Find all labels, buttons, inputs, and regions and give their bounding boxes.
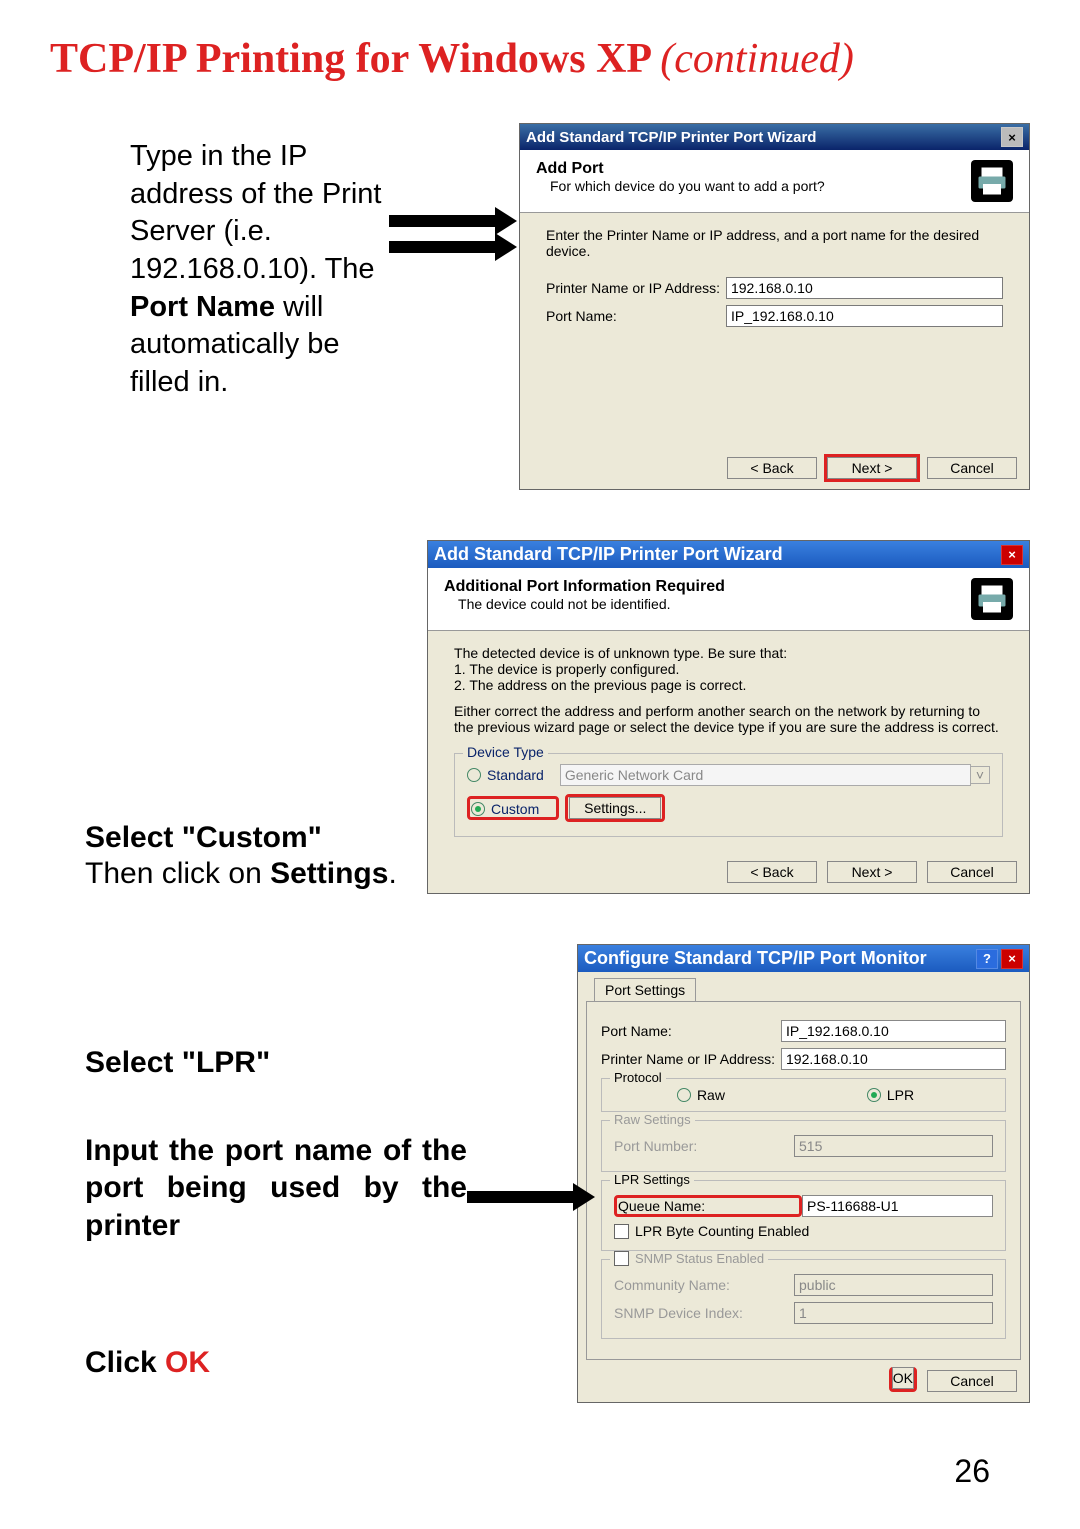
close-icon[interactable]: × [1001, 127, 1023, 147]
standard-select[interactable]: Generic Network Card [560, 764, 971, 786]
dialog-title: Add Standard TCP/IP Printer Port Wizard [526, 129, 816, 146]
page-number: 26 [50, 1453, 1030, 1490]
close-icon[interactable]: × [1001, 545, 1023, 565]
radio-raw[interactable]: Raw [677, 1087, 725, 1103]
printer-icon [971, 160, 1013, 202]
back-button[interactable]: < Back [727, 861, 817, 883]
dialog-heading: Additional Port Information Required [444, 578, 725, 596]
chevron-down-icon[interactable]: ˅ [971, 766, 990, 784]
next-button[interactable]: Next > [827, 457, 917, 479]
queue-name-input[interactable] [802, 1195, 993, 1217]
lpr-byte-counting-checkbox[interactable]: LPR Byte Counting Enabled [614, 1223, 809, 1239]
printer-ip-input[interactable] [781, 1048, 1006, 1070]
ok-button[interactable]: OK [892, 1367, 914, 1389]
dialog-port-info: Add Standard TCP/IP Printer Port Wizard … [427, 540, 1030, 894]
dialog-heading: Add Port [536, 160, 825, 178]
cancel-button[interactable]: Cancel [927, 457, 1017, 479]
next-button[interactable]: Next > [827, 861, 917, 883]
instruction-3: Select "LPR" Input the port name of the … [85, 1044, 467, 1382]
radio-lpr[interactable]: LPR [867, 1087, 914, 1103]
port-name-input[interactable] [781, 1020, 1006, 1042]
raw-port-input [794, 1135, 993, 1157]
cancel-button[interactable]: Cancel [927, 1370, 1017, 1392]
tab-port-settings[interactable]: Port Settings [594, 978, 696, 1001]
page-title: TCP/IP Printing for Windows XP (continue… [50, 35, 1030, 83]
dialog-add-port: Add Standard TCP/IP Printer Port Wizard … [519, 123, 1030, 490]
port-name-input[interactable] [726, 305, 1003, 327]
dialog-title: Configure Standard TCP/IP Port Monitor [584, 948, 927, 969]
radio-standard[interactable]: Standard [467, 767, 544, 783]
help-icon[interactable]: ? [976, 949, 998, 969]
ip-address-input[interactable] [726, 277, 1003, 299]
cancel-button[interactable]: Cancel [927, 861, 1017, 883]
radio-custom[interactable]: Custom [471, 801, 539, 817]
settings-button[interactable]: Settings... [569, 797, 661, 819]
dialog-title: Add Standard TCP/IP Printer Port Wizard [434, 544, 783, 565]
close-icon[interactable]: × [1001, 949, 1023, 969]
snmp-index-input [794, 1302, 993, 1324]
arrows-icon [389, 208, 499, 260]
community-input [794, 1274, 993, 1296]
dialog-port-monitor: Configure Standard TCP/IP Port Monitor ?… [577, 944, 1030, 1403]
snmp-enabled-checkbox[interactable]: SNMP Status Enabled [614, 1251, 764, 1266]
back-button[interactable]: < Back [727, 457, 817, 479]
instruction-2: Select "Custom" Then click on Settings. [85, 820, 427, 892]
printer-icon [971, 578, 1013, 620]
instruction-1: Type in the IP address of the Print Serv… [130, 138, 389, 402]
arrow-icon [467, 1184, 577, 1210]
